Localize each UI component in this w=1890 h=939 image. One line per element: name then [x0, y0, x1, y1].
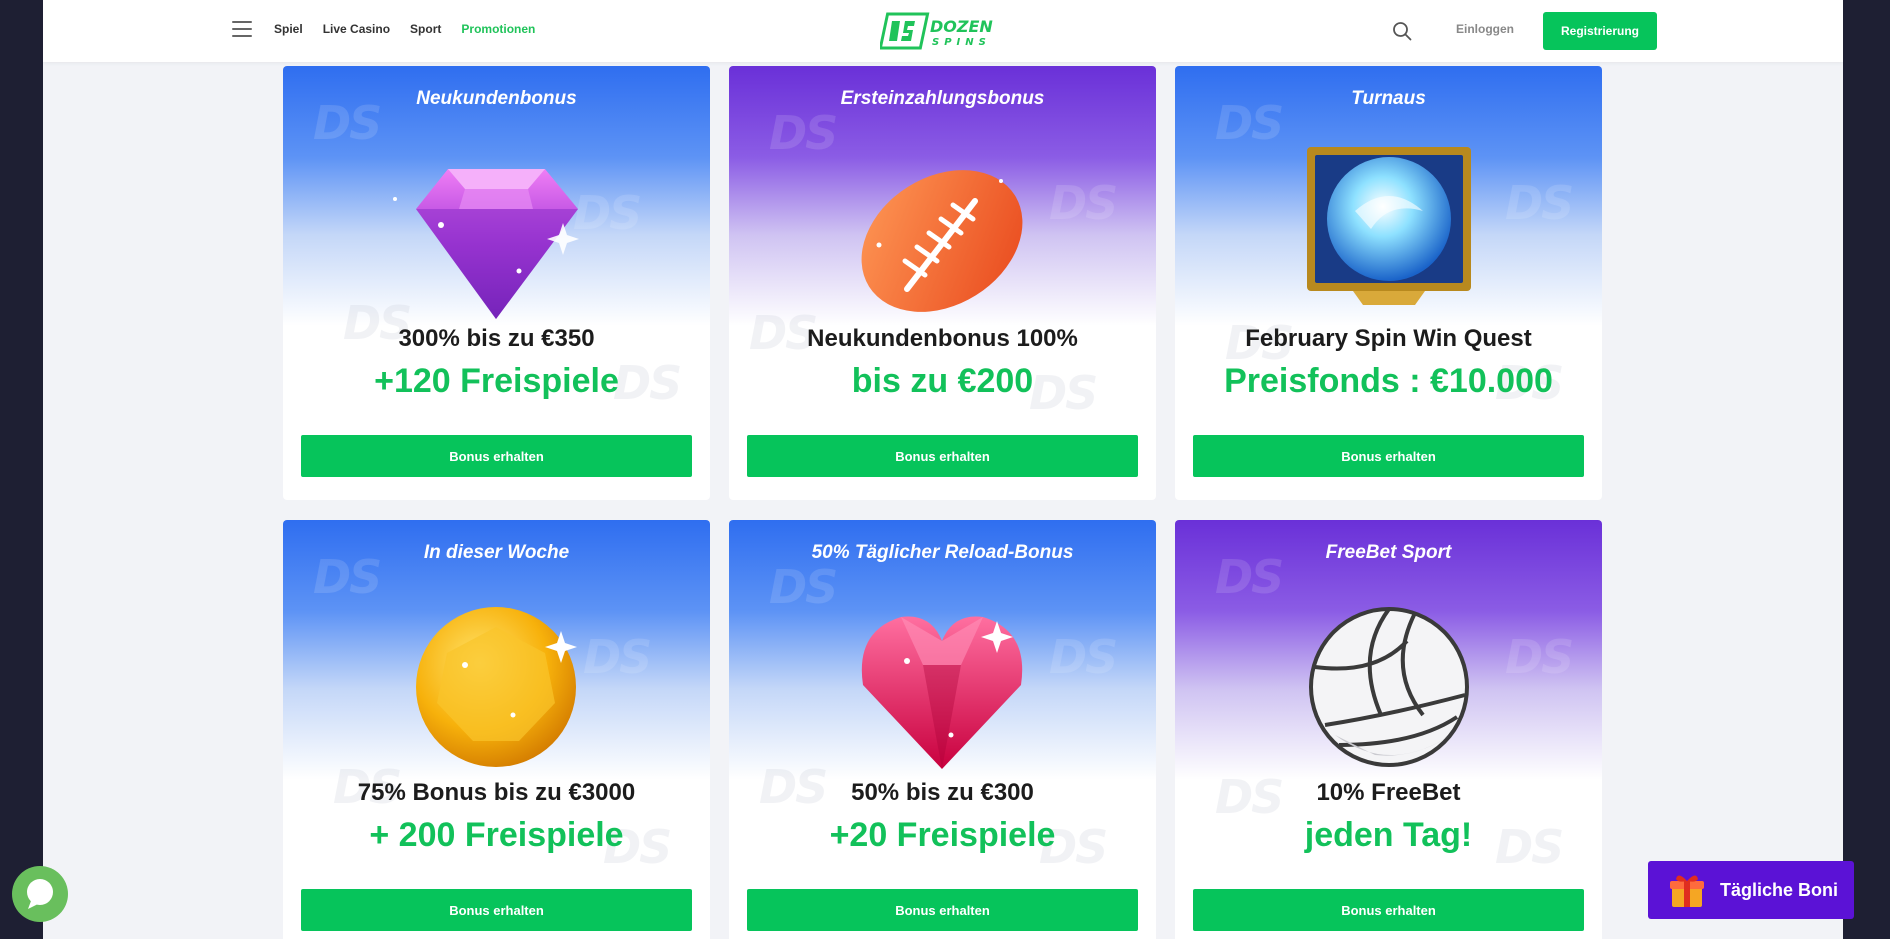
card-title: In dieser Woche [423, 542, 570, 563]
bonus-button[interactable]: Bonus erhalten [1193, 435, 1584, 477]
gift-icon [1670, 875, 1704, 907]
promo-card-turnaus: DS DS DS DS Turnaus February Spin Win Qu… [1175, 66, 1602, 500]
football-icon [861, 170, 1023, 312]
main-nav: Spiel Live Casino Sport Promotionen [274, 22, 535, 36]
nav-item-promotionen[interactable]: Promotionen [461, 22, 535, 36]
nav-item-sport[interactable]: Sport [410, 22, 441, 36]
purple-gem-icon [393, 169, 579, 319]
register-button[interactable]: Registrierung [1543, 12, 1657, 50]
nav-item-spiel[interactable]: Spiel [274, 22, 303, 36]
card-offer-line: 300% bis zu €350 [398, 325, 595, 352]
search-icon[interactable] [1391, 20, 1413, 42]
promo-card-ersteinzahlungsbonus: DS DS DS DS Ersteinzahlungsbonus Neukund… [729, 66, 1156, 500]
card-offer-highlight: +20 Freispiele [829, 816, 1056, 854]
promo-card-neukundenbonus: DS DS DS DS Neukundenbonus 300% bis zu €… [283, 66, 710, 500]
page: Spiel Live Casino Sport Promotionen DOZE… [43, 0, 1843, 939]
dozen-spins-logo[interactable]: DOZEN SPINS [880, 12, 1008, 50]
svg-text:DOZEN: DOZEN [930, 17, 993, 36]
bonus-button[interactable]: Bonus erhalten [747, 889, 1138, 931]
card-title: Ersteinzahlungsbonus [840, 88, 1045, 109]
card-offer-line: Neukundenbonus 100% [807, 325, 1078, 352]
card-offer-line: 10% FreeBet [1316, 779, 1461, 806]
bonus-button[interactable]: Bonus erhalten [301, 889, 692, 931]
chat-widget-button[interactable] [12, 866, 68, 922]
card-offer-line: 50% bis zu €300 [851, 779, 1034, 806]
card-title: Neukundenbonus [416, 88, 577, 109]
card-offer-line: February Spin Win Quest [1245, 325, 1532, 352]
login-link[interactable]: Einloggen [1456, 22, 1514, 36]
card-title: 50% Täglicher Reload-Bonus [811, 542, 1074, 563]
bonus-button[interactable]: Bonus erhalten [747, 435, 1138, 477]
card-offer-highlight: jeden Tag! [1304, 816, 1473, 854]
crystal-orb-icon [1307, 147, 1471, 305]
card-title: Turnaus [1351, 88, 1426, 109]
card-title: FreeBet Sport [1325, 542, 1452, 563]
bonus-button[interactable]: Bonus erhalten [1193, 889, 1584, 931]
card-offer-line: 75% Bonus bis zu €3000 [357, 779, 636, 806]
card-offer-highlight: Preisfonds : €10.000 [1224, 362, 1553, 400]
card-offer-highlight: + 200 Freispiele [369, 816, 624, 854]
promo-card-freebet-sport: DS DS DS DS FreeBet Sport 10% FreeBet je… [1175, 520, 1602, 939]
promo-card-in-dieser-woche: DS DS DS DS In dieser Woche 75% Bonus bi… [283, 520, 710, 939]
menu-icon[interactable] [232, 21, 252, 39]
bonus-button[interactable]: Bonus erhalten [301, 435, 692, 477]
top-header: Spiel Live Casino Sport Promotionen DOZE… [43, 0, 1843, 62]
svg-text:SPINS: SPINS [932, 37, 991, 48]
daily-bonus-button[interactable]: Tägliche Boni [1648, 861, 1854, 919]
card-offer-highlight: bis zu €200 [851, 362, 1034, 400]
gold-gem-icon [416, 607, 577, 767]
nav-item-live-casino[interactable]: Live Casino [323, 22, 390, 36]
chat-bubble-icon [27, 879, 53, 909]
daily-bonus-label: Tägliche Boni [1720, 879, 1839, 900]
promo-card-reload-bonus: DS DS DS DS 50% Täglicher Reload-Bonus 5… [729, 520, 1156, 939]
volleyball-icon [1309, 607, 1469, 767]
heart-gem-icon [861, 616, 1023, 769]
card-offer-highlight: +120 Freispiele [374, 362, 619, 400]
